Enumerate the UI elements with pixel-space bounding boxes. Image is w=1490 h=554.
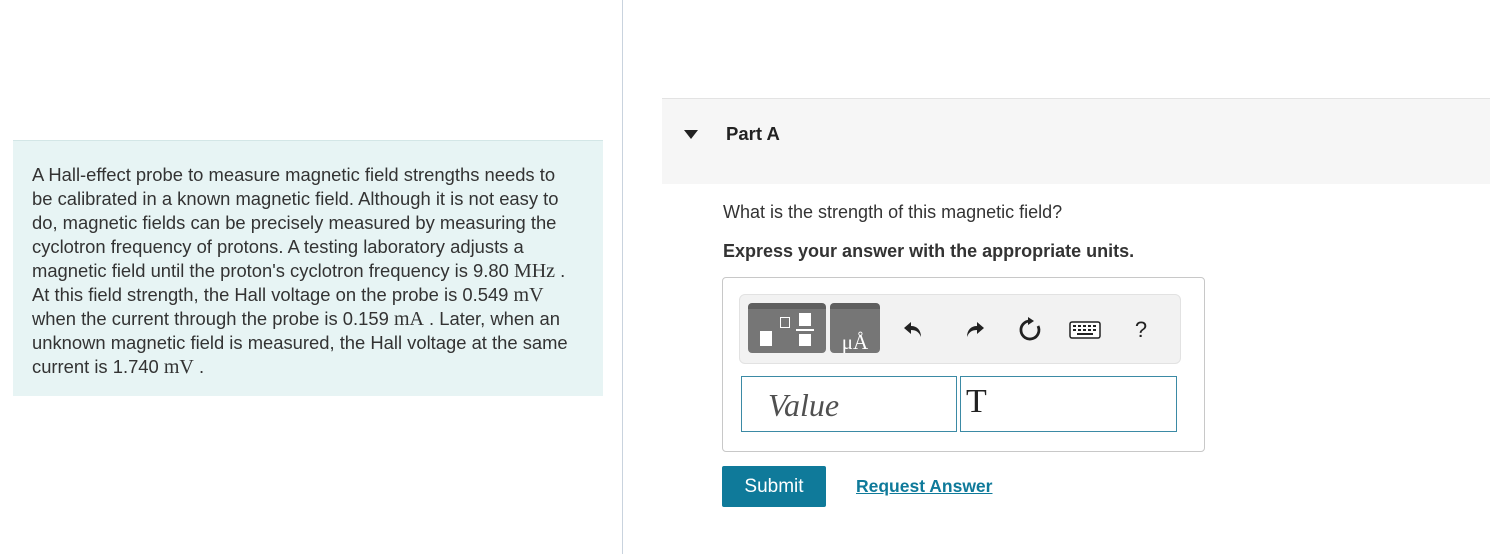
units-glyph: μÅ xyxy=(841,330,869,353)
redo-icon[interactable] xyxy=(960,315,988,345)
problem-text-3: when the current through the probe is 0.… xyxy=(32,308,394,329)
problem-text-5: . xyxy=(193,356,205,377)
value-input[interactable]: Value xyxy=(741,376,957,432)
unit-mhz: MHz xyxy=(513,260,556,282)
problem-statement: A Hall-effect probe to measure magnetic … xyxy=(13,140,603,396)
keyboard-icon[interactable] xyxy=(1068,315,1102,345)
reset-icon[interactable] xyxy=(1016,315,1044,345)
column-divider xyxy=(622,0,623,554)
submit-button[interactable]: Submit xyxy=(722,466,826,507)
request-answer-link[interactable]: Request Answer xyxy=(856,476,992,497)
question-text: What is the strength of this magnetic fi… xyxy=(723,202,1063,222)
unit-mv: mV xyxy=(513,284,544,306)
units-icon[interactable]: μÅ xyxy=(830,303,880,353)
unit-value: T xyxy=(966,383,987,420)
math-toolbar: μÅ ? xyxy=(739,294,1181,364)
answer-box: μÅ ? Value T xyxy=(722,277,1205,452)
value-placeholder: Value xyxy=(768,387,840,423)
part-title: Part A xyxy=(726,123,780,144)
unit-ma: mA xyxy=(393,308,424,330)
instruction-text: Express your answer with the appropriate… xyxy=(723,241,1135,261)
undo-icon[interactable] xyxy=(900,315,928,345)
problem-text: A Hall-effect probe to measure magnetic … xyxy=(32,163,577,379)
unit-mv-2: mV xyxy=(163,356,194,378)
templates-icon[interactable] xyxy=(748,303,826,353)
unit-input[interactable]: T xyxy=(960,376,1177,432)
collapse-caret-icon[interactable] xyxy=(684,130,698,139)
part-a-header[interactable]: Part A xyxy=(662,98,1490,184)
problem-text-1: A Hall-effect probe to measure magnetic … xyxy=(32,164,559,281)
help-icon[interactable]: ? xyxy=(1127,315,1155,345)
